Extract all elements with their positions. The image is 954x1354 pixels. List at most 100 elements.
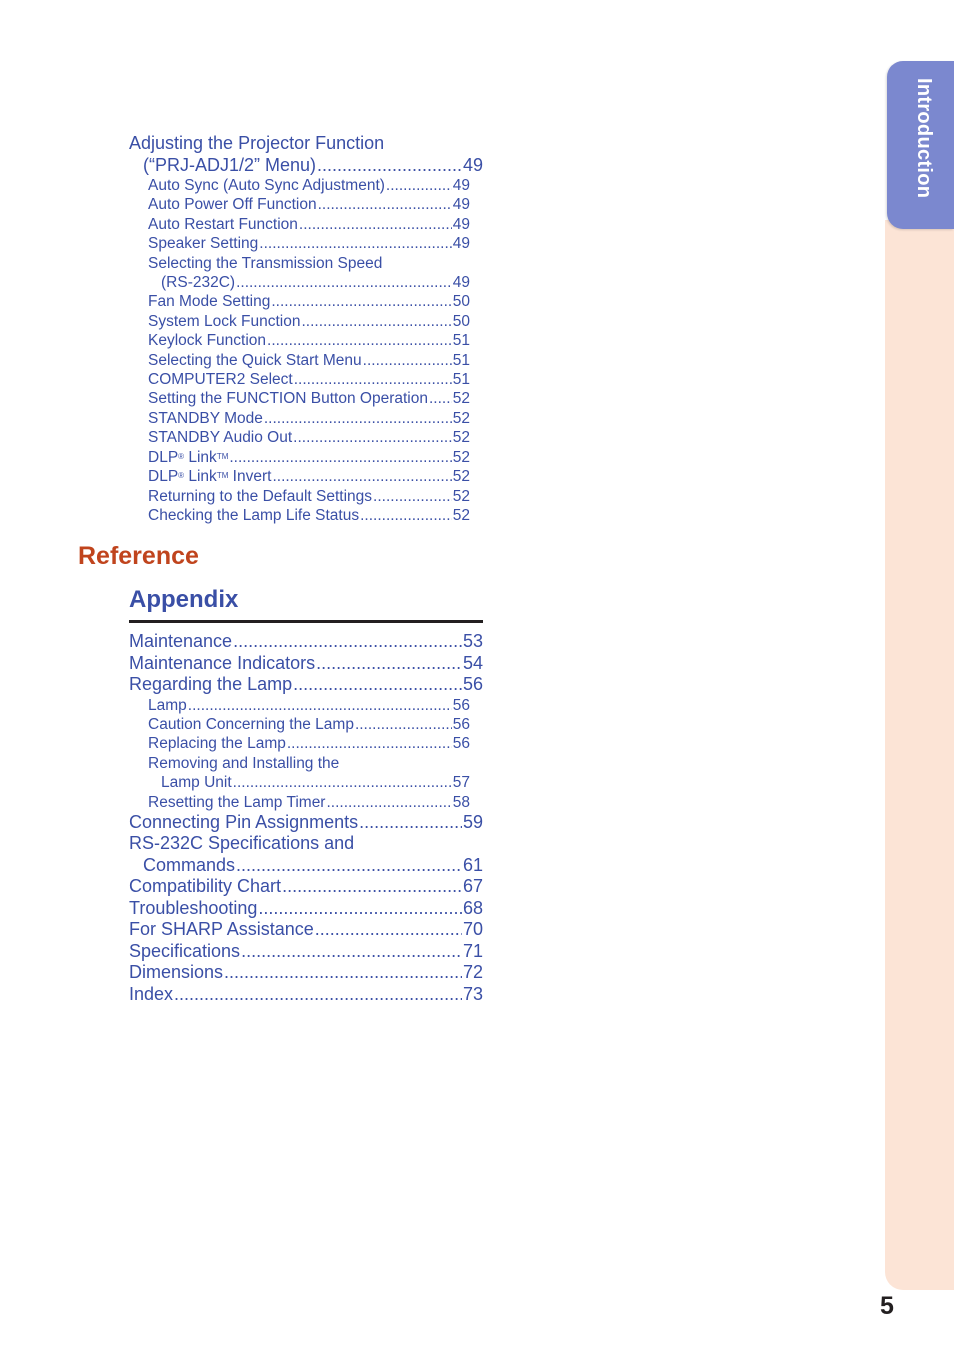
leader-dots: [429, 389, 452, 408]
toc-page-number: 56: [452, 715, 470, 733]
toc-entry[interactable]: Index 73: [129, 984, 483, 1006]
toc-section-prj-adj: Adjusting the Projector Function (“PRJ-A…: [129, 133, 483, 525]
toc-subentry[interactable]: COMPUTER2 Select 51: [148, 370, 470, 389]
toc-page-number: 56: [452, 735, 470, 753]
toc-subentry[interactable]: Auto Sync (Auto Sync Adjustment) 49: [148, 176, 470, 195]
toc-page-number: 50: [452, 293, 470, 311]
toc-subentry[interactable]: Lamp 56: [148, 696, 470, 715]
leader-dots: [259, 234, 451, 253]
toc-subentry-label: Fan Mode Setting: [148, 293, 271, 311]
leader-dots: [272, 467, 451, 486]
leader-dots: [188, 696, 452, 715]
toc-subentry-label: Lamp: [148, 696, 187, 714]
toc-subentry-label: Speaker Setting: [148, 235, 259, 253]
toc-entry[interactable]: Compatibility Chart 67: [129, 876, 483, 898]
toc-entry-label: RS-232C Specifications and: [129, 833, 355, 854]
toc-subentry[interactable]: Replacing the Lamp 56: [148, 734, 470, 753]
toc-page-number: 49: [452, 177, 470, 194]
toc-page-number: 56: [462, 674, 483, 694]
appendix-heading: Appendix: [129, 586, 239, 613]
toc-page-number: 52: [452, 409, 470, 427]
toc-entry[interactable]: Specifications 71: [129, 941, 483, 963]
toc-subentry[interactable]: Selecting the Transmission Speed (RS-232…: [148, 254, 470, 293]
toc-subentry[interactable]: Checking the Lamp Life Status 52: [148, 506, 470, 525]
toc-subentry-cont: Lamp Unit 57: [148, 773, 470, 792]
toc-subentry[interactable]: DLP® LinkTM Invert 52: [148, 467, 470, 486]
leader-dots: [224, 962, 462, 984]
toc-subentry[interactable]: Setting the FUNCTION Button Operation 52: [148, 389, 470, 408]
toc-entry-label: Troubleshooting: [129, 897, 258, 918]
toc-entry-label: Connecting Pin Assignments: [129, 811, 359, 832]
toc-page-number: 57: [452, 774, 470, 792]
toc-subentry[interactable]: Resetting the Lamp Timer 58: [148, 793, 470, 812]
label-text: DLP: [148, 468, 179, 486]
toc-section-appendix: Maintenance 53 Maintenance Indicators 54 R…: [129, 631, 483, 1005]
toc-subentry[interactable]: Keylock Function 51: [148, 331, 470, 350]
toc-subentry[interactable]: System Lock Function 50: [148, 312, 470, 331]
toc-page-number: 67: [462, 876, 483, 897]
registered-mark: ®: [178, 471, 185, 481]
toc-subentry[interactable]: STANDBY Mode 52: [148, 409, 470, 428]
leader-dots: [282, 876, 462, 898]
toc-entry-prj-adj[interactable]: Adjusting the Projector Function (“PRJ-A…: [129, 133, 483, 176]
leader-dots: [363, 351, 452, 370]
toc-subentry[interactable]: Returning to the Default Settings 52: [148, 487, 470, 506]
page-number: 5: [880, 1292, 894, 1320]
toc-subentries: Auto Sync (Auto Sync Adjustment) 49 Auto …: [148, 176, 470, 525]
toc-subentry[interactable]: Removing and Installing the Lamp Unit 57: [148, 754, 470, 793]
toc-entry-label: For SHARP Assistance: [129, 919, 314, 940]
toc-subentry-cont: (RS-232C) 49: [148, 273, 470, 292]
toc-entry-cont: (“PRJ-ADJ1/2” Menu) 49: [129, 155, 483, 177]
leader-dots: [264, 409, 452, 428]
toc-page-number: 52: [452, 390, 470, 408]
leader-dots: [233, 773, 452, 792]
leader-dots: [236, 273, 452, 292]
toc-entry[interactable]: Troubleshooting 68: [129, 898, 483, 920]
toc-entry[interactable]: Connecting Pin Assignments 59: [129, 812, 483, 834]
toc-page-number: 50: [452, 312, 470, 330]
toc-page-number: 59: [462, 811, 483, 832]
toc-entry-label: Dimensions: [129, 962, 224, 983]
toc-page-number: 52: [452, 468, 470, 486]
leader-dots: [355, 715, 452, 734]
toc-page-number: 71: [462, 940, 483, 961]
toc-page-number: 56: [452, 696, 470, 714]
toc-subentry[interactable]: Selecting the Quick Start Menu 51: [148, 351, 470, 370]
toc-subentry-label: Auto Sync (Auto Sync Adjustment): [148, 177, 385, 194]
toc-subentry[interactable]: STANDBY Audio Out 52: [148, 428, 470, 447]
reference-heading: Reference: [78, 542, 199, 570]
toc-page-number: 51: [452, 371, 470, 389]
toc-subentry-label: Resetting the Lamp Timer: [148, 793, 326, 811]
toc-entry[interactable]: Dimensions 72: [129, 962, 483, 984]
introduction-tab-label: Introduction: [913, 78, 935, 199]
leader-dots: [293, 428, 452, 447]
toc-entry[interactable]: Maintenance 53: [129, 631, 483, 653]
label-text: Link: [184, 468, 217, 486]
toc-entry[interactable]: RS-232C Specifications and Commands 61: [129, 833, 483, 876]
leader-dots: [294, 370, 452, 389]
toc-subentries: Lamp 56 Caution Concerning the Lamp 56 Rep…: [148, 696, 470, 812]
toc-subentry[interactable]: Speaker Setting 49: [148, 234, 470, 253]
toc-entry-label: Compatibility Chart: [129, 876, 282, 897]
toc-entry-label: Specifications: [129, 940, 241, 961]
toc-page-number: 52: [452, 506, 470, 524]
toc-page-number: 72: [462, 962, 483, 983]
toc-subentry[interactable]: Fan Mode Setting 50: [148, 292, 470, 311]
toc-page-number: 49: [452, 215, 470, 233]
toc-subentry[interactable]: Caution Concerning the Lamp 56: [148, 715, 470, 734]
toc-subentry-label: Removing and Installing the: [148, 754, 340, 772]
toc-entry[interactable]: Maintenance Indicators 54: [129, 653, 483, 675]
toc-entry-label-cont: (“PRJ-ADJ1/2” Menu): [143, 154, 317, 175]
toc-subentry[interactable]: Auto Power Off Function 49: [148, 195, 470, 214]
toc-subentry-label: STANDBY Mode: [148, 409, 263, 427]
toc-subentry[interactable]: DLP® LinkTM 52: [148, 448, 470, 467]
toc-subentry-label: Auto Power Off Function: [148, 196, 317, 214]
toc-subentry-label: Caution Concerning the Lamp: [148, 715, 354, 733]
toc-subentry-label: Keylock Function: [148, 332, 267, 350]
toc-entry[interactable]: Regarding the Lamp 56: [129, 674, 483, 696]
toc-subentry[interactable]: Auto Restart Function 49: [148, 215, 470, 234]
toc-page-number: 52: [452, 448, 470, 466]
leader-dots: [316, 653, 462, 675]
toc-entry[interactable]: For SHARP Assistance 70: [129, 919, 483, 941]
leader-dots: [267, 331, 452, 350]
